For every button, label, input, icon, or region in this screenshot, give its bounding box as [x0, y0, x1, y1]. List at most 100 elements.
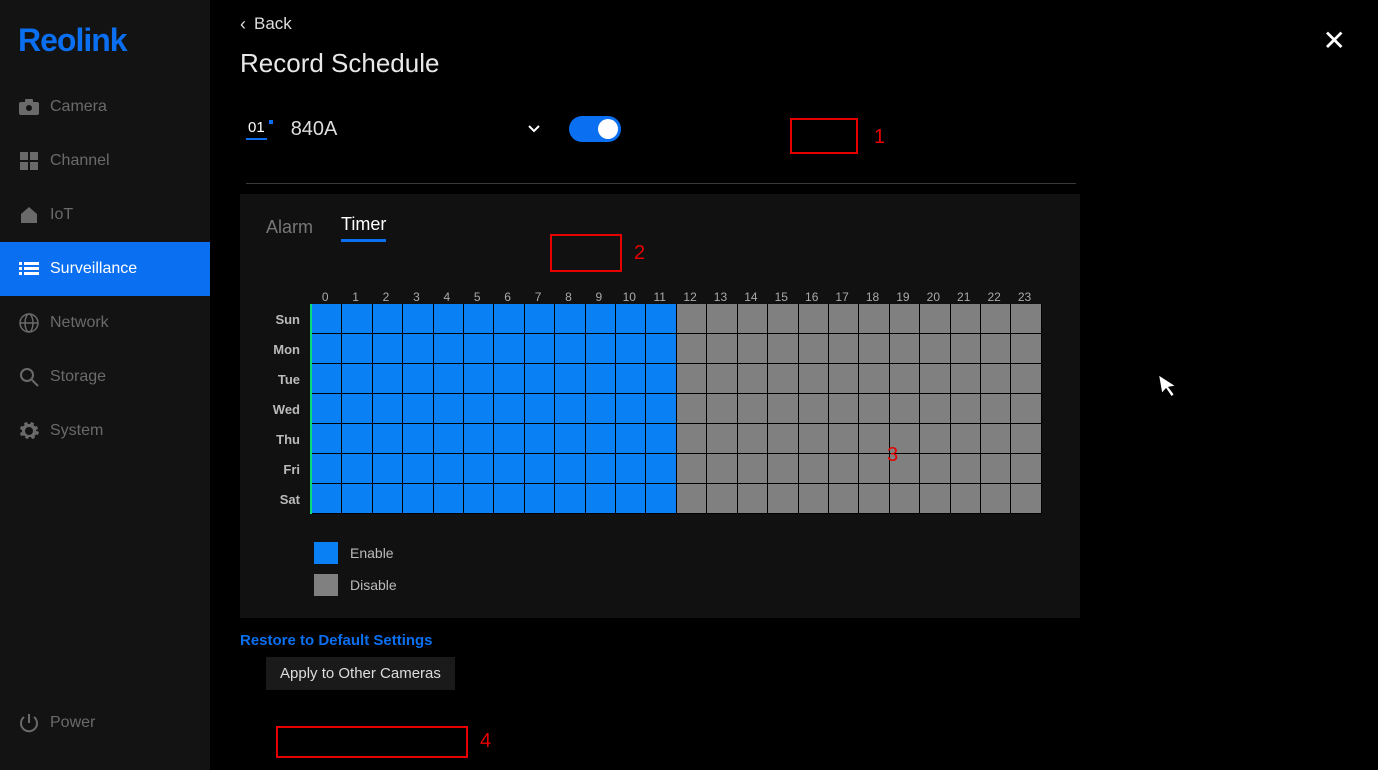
- schedule-cell[interactable]: [373, 424, 403, 454]
- schedule-cell[interactable]: [981, 304, 1011, 334]
- sidebar-item-iot[interactable]: IoT: [0, 188, 210, 242]
- sidebar-item-camera[interactable]: Camera: [0, 80, 210, 134]
- schedule-cell[interactable]: [951, 424, 981, 454]
- schedule-cell[interactable]: [738, 334, 768, 364]
- schedule-cell[interactable]: [403, 454, 433, 484]
- schedule-cell[interactable]: [373, 304, 403, 334]
- schedule-cell[interactable]: [768, 334, 798, 364]
- schedule-cell[interactable]: [799, 454, 829, 484]
- schedule-cell[interactable]: [829, 484, 859, 514]
- schedule-cell[interactable]: [494, 364, 524, 394]
- schedule-cell[interactable]: [646, 454, 676, 484]
- sidebar-item-system[interactable]: System: [0, 404, 210, 458]
- schedule-cell[interactable]: [829, 364, 859, 394]
- schedule-cell[interactable]: [981, 364, 1011, 394]
- schedule-cell[interactable]: [646, 364, 676, 394]
- schedule-cell[interactable]: [434, 484, 464, 514]
- schedule-cell[interactable]: [920, 394, 950, 424]
- schedule-cell[interactable]: [890, 334, 920, 364]
- schedule-cell[interactable]: [555, 484, 585, 514]
- schedule-cell[interactable]: [799, 484, 829, 514]
- schedule-cell[interactable]: [1011, 304, 1041, 334]
- schedule-cell[interactable]: [434, 394, 464, 424]
- schedule-cell[interactable]: [494, 424, 524, 454]
- schedule-cell[interactable]: [342, 454, 372, 484]
- schedule-cell[interactable]: [525, 394, 555, 424]
- schedule-cell[interactable]: [829, 454, 859, 484]
- schedule-cell[interactable]: [951, 394, 981, 424]
- schedule-cell[interactable]: [464, 454, 494, 484]
- schedule-cell[interactable]: [494, 394, 524, 424]
- schedule-cell[interactable]: [1011, 394, 1041, 424]
- schedule-cell[interactable]: [677, 484, 707, 514]
- schedule-cell[interactable]: [555, 334, 585, 364]
- restore-defaults-link[interactable]: Restore to Default Settings: [240, 632, 1378, 649]
- schedule-cell[interactable]: [373, 394, 403, 424]
- schedule-cell[interactable]: [859, 334, 889, 364]
- schedule-cell[interactable]: [1011, 424, 1041, 454]
- schedule-cell[interactable]: [890, 424, 920, 454]
- schedule-cell[interactable]: [555, 424, 585, 454]
- schedule-cell[interactable]: [464, 424, 494, 454]
- schedule-cell[interactable]: [464, 394, 494, 424]
- camera-number[interactable]: 01: [246, 119, 273, 140]
- schedule-cell[interactable]: [799, 304, 829, 334]
- schedule-cell[interactable]: [920, 304, 950, 334]
- schedule-cell[interactable]: [981, 454, 1011, 484]
- schedule-cell[interactable]: [677, 454, 707, 484]
- schedule-cell[interactable]: [981, 484, 1011, 514]
- schedule-toggle[interactable]: [569, 116, 621, 142]
- schedule-cell[interactable]: [768, 484, 798, 514]
- schedule-cell[interactable]: [586, 364, 616, 394]
- sidebar-item-network[interactable]: Network: [0, 296, 210, 350]
- schedule-cell[interactable]: [859, 394, 889, 424]
- schedule-cell[interactable]: [586, 424, 616, 454]
- schedule-cell[interactable]: [525, 484, 555, 514]
- schedule-cell[interactable]: [677, 424, 707, 454]
- schedule-cell[interactable]: [312, 424, 342, 454]
- schedule-cell[interactable]: [859, 484, 889, 514]
- schedule-cell[interactable]: [646, 394, 676, 424]
- schedule-cell[interactable]: [373, 364, 403, 394]
- schedule-cell[interactable]: [312, 394, 342, 424]
- camera-dropdown-chevron[interactable]: [527, 121, 541, 137]
- schedule-cell[interactable]: [829, 394, 859, 424]
- schedule-cell[interactable]: [555, 394, 585, 424]
- schedule-cell[interactable]: [525, 364, 555, 394]
- schedule-cell[interactable]: [951, 454, 981, 484]
- schedule-cell[interactable]: [464, 334, 494, 364]
- schedule-cell[interactable]: [403, 484, 433, 514]
- schedule-cell[interactable]: [768, 454, 798, 484]
- schedule-cell[interactable]: [799, 424, 829, 454]
- schedule-cell[interactable]: [768, 424, 798, 454]
- schedule-cell[interactable]: [616, 454, 646, 484]
- schedule-cell[interactable]: [403, 424, 433, 454]
- schedule-cell[interactable]: [981, 424, 1011, 454]
- schedule-cell[interactable]: [1011, 364, 1041, 394]
- schedule-cell[interactable]: [738, 364, 768, 394]
- schedule-cell[interactable]: [403, 364, 433, 394]
- schedule-cell[interactable]: [890, 364, 920, 394]
- schedule-cell[interactable]: [342, 364, 372, 394]
- schedule-cell[interactable]: [890, 394, 920, 424]
- schedule-cell[interactable]: [859, 364, 889, 394]
- schedule-cell[interactable]: [1011, 454, 1041, 484]
- schedule-cell[interactable]: [738, 394, 768, 424]
- schedule-cell[interactable]: [403, 394, 433, 424]
- schedule-cell[interactable]: [555, 364, 585, 394]
- schedule-cell[interactable]: [312, 364, 342, 394]
- schedule-cell[interactable]: [707, 484, 737, 514]
- schedule-cell[interactable]: [646, 424, 676, 454]
- schedule-cell[interactable]: [646, 484, 676, 514]
- schedule-cell[interactable]: [525, 424, 555, 454]
- schedule-cell[interactable]: [707, 364, 737, 394]
- schedule-cell[interactable]: [738, 454, 768, 484]
- close-icon[interactable]: ✕: [1323, 24, 1346, 57]
- schedule-cell[interactable]: [890, 304, 920, 334]
- schedule-cell[interactable]: [342, 304, 372, 334]
- schedule-cell[interactable]: [434, 334, 464, 364]
- schedule-cell[interactable]: [799, 394, 829, 424]
- schedule-cell[interactable]: [920, 424, 950, 454]
- schedule-cell[interactable]: [707, 424, 737, 454]
- schedule-cell[interactable]: [403, 304, 433, 334]
